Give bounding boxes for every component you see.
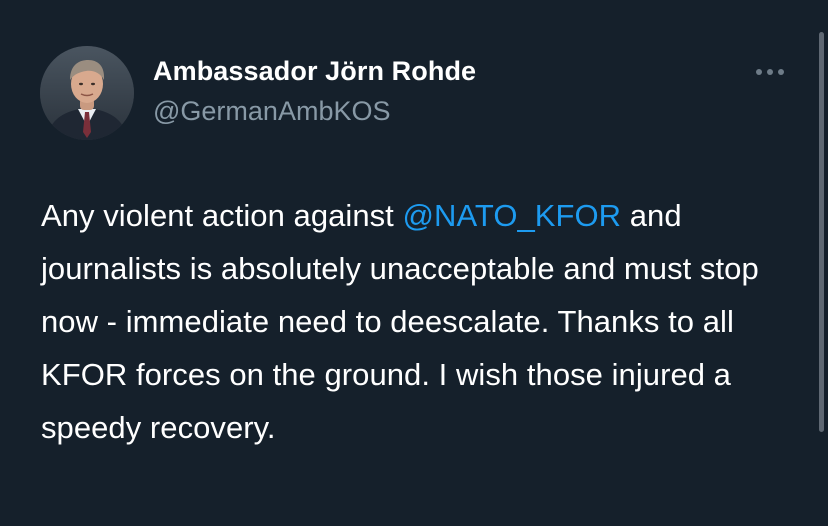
tweet-text-part: Any violent action against xyxy=(41,198,403,233)
avatar[interactable] xyxy=(40,46,134,140)
display-name[interactable]: Ambassador Jörn Rohde xyxy=(153,56,476,87)
more-horizontal-icon xyxy=(778,69,784,75)
avatar-photo xyxy=(40,46,134,140)
mention-link[interactable]: @NATO_KFOR xyxy=(403,198,622,233)
more-options-button[interactable] xyxy=(748,58,792,86)
user-handle[interactable]: @GermanAmbKOS xyxy=(153,96,390,127)
tweet-card[interactable]: Ambassador Jörn Rohde @GermanAmbKOS Any … xyxy=(0,0,828,526)
more-horizontal-icon xyxy=(756,69,762,75)
more-horizontal-icon xyxy=(767,69,773,75)
tweet-text-part: and journalists is absolutely unacceptab… xyxy=(41,198,759,445)
scrollbar[interactable] xyxy=(819,32,824,432)
tweet-text: Any violent action against @NATO_KFOR an… xyxy=(41,189,801,454)
